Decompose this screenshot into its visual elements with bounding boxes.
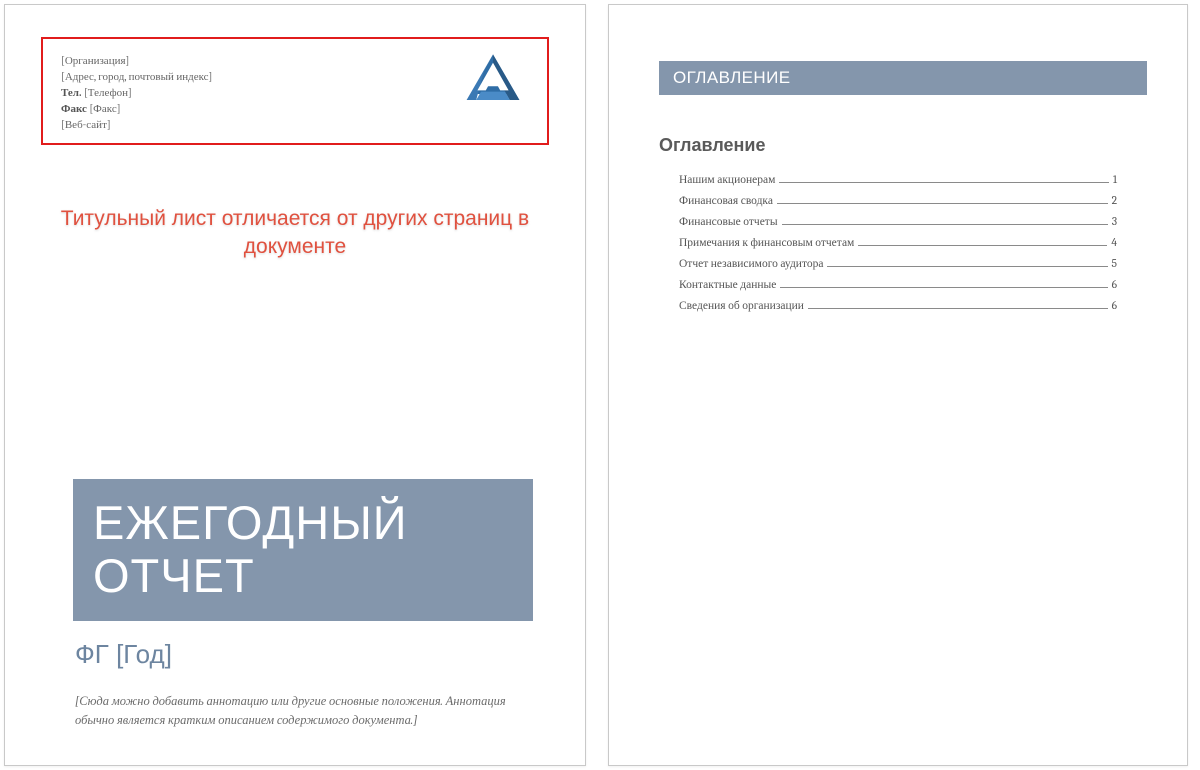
toc-item: Сведения об организации 6 [679, 299, 1117, 312]
toc-label: Нашим акционерам [679, 173, 775, 186]
toc-leader [808, 308, 1108, 309]
toc-page-number: 3 [1112, 215, 1117, 228]
toc-page-number: 1 [1113, 173, 1117, 186]
toc-leader [858, 245, 1107, 246]
toc-leader [782, 224, 1108, 225]
toc-leader [777, 203, 1108, 204]
org-address: [Адрес, город, почтовый индекс] [61, 69, 212, 85]
toc-item: Отчет независимого аудитора 5 [679, 257, 1117, 270]
toc-page-number: 5 [1112, 257, 1117, 270]
toc-item: Финансовая сводка 2 [679, 194, 1117, 207]
annotation-callout: Титульный лист отличается от других стра… [5, 205, 585, 262]
toc-leader [779, 182, 1108, 183]
toc-page-number: 4 [1111, 236, 1117, 249]
toc-leader [780, 287, 1107, 288]
toc-label: Финансовые отчеты [679, 215, 778, 228]
toc-label: Отчет независимого аудитора [679, 257, 823, 270]
toc-page-number: 6 [1112, 299, 1117, 312]
toc-list: Нашим акционерам 1 Финансовая сводка 2 Ф… [679, 173, 1117, 320]
toc-leader [827, 266, 1107, 267]
org-name: [Организация] [61, 53, 212, 69]
toc-page-number: 2 [1112, 194, 1117, 207]
toc-label: Контактные данные [679, 278, 776, 291]
section-heading: ОГЛАВЛЕНИЕ [673, 68, 790, 88]
toc-item: Контактные данные 6 [679, 278, 1117, 291]
title-page: [Организация] [Адрес, город, почтовый ин… [4, 4, 586, 766]
toc-page-number: 6 [1112, 278, 1117, 291]
org-fax: Факс [Факс] [61, 101, 212, 117]
org-tel: Тел. [Телефон] [61, 85, 212, 101]
section-heading-band: ОГЛАВЛЕНИЕ [659, 61, 1147, 95]
document-title-band: ЕЖЕГОДНЫЙ ОТЧЕТ [73, 479, 533, 621]
org-web: [Веб-сайт] [61, 117, 212, 133]
penrose-triangle-icon [463, 51, 523, 111]
toc-label: Примечания к финансовым отчетам [679, 236, 854, 249]
toc-item: Примечания к финансовым отчетам 4 [679, 236, 1117, 249]
document-subtitle: ФГ [Год] [75, 639, 172, 670]
org-info-block: [Организация] [Адрес, город, почтовый ин… [61, 53, 212, 133]
toc-label: Финансовая сводка [679, 194, 773, 207]
toc-heading: Оглавление [659, 135, 765, 156]
document-title: ЕЖЕГОДНЫЙ ОТЧЕТ [93, 497, 513, 602]
abstract-placeholder: [Сюда можно добавить аннотацию или други… [75, 693, 525, 731]
header-highlight-box: [Организация] [Адрес, город, почтовый ин… [41, 37, 549, 145]
toc-label: Сведения об организации [679, 299, 804, 312]
two-page-spread: [Организация] [Адрес, город, почтовый ин… [0, 0, 1200, 770]
toc-item: Нашим акционерам 1 [679, 173, 1117, 186]
toc-page: ОГЛАВЛЕНИЕ Оглавление Нашим акционерам 1… [608, 4, 1188, 766]
toc-item: Финансовые отчеты 3 [679, 215, 1117, 228]
